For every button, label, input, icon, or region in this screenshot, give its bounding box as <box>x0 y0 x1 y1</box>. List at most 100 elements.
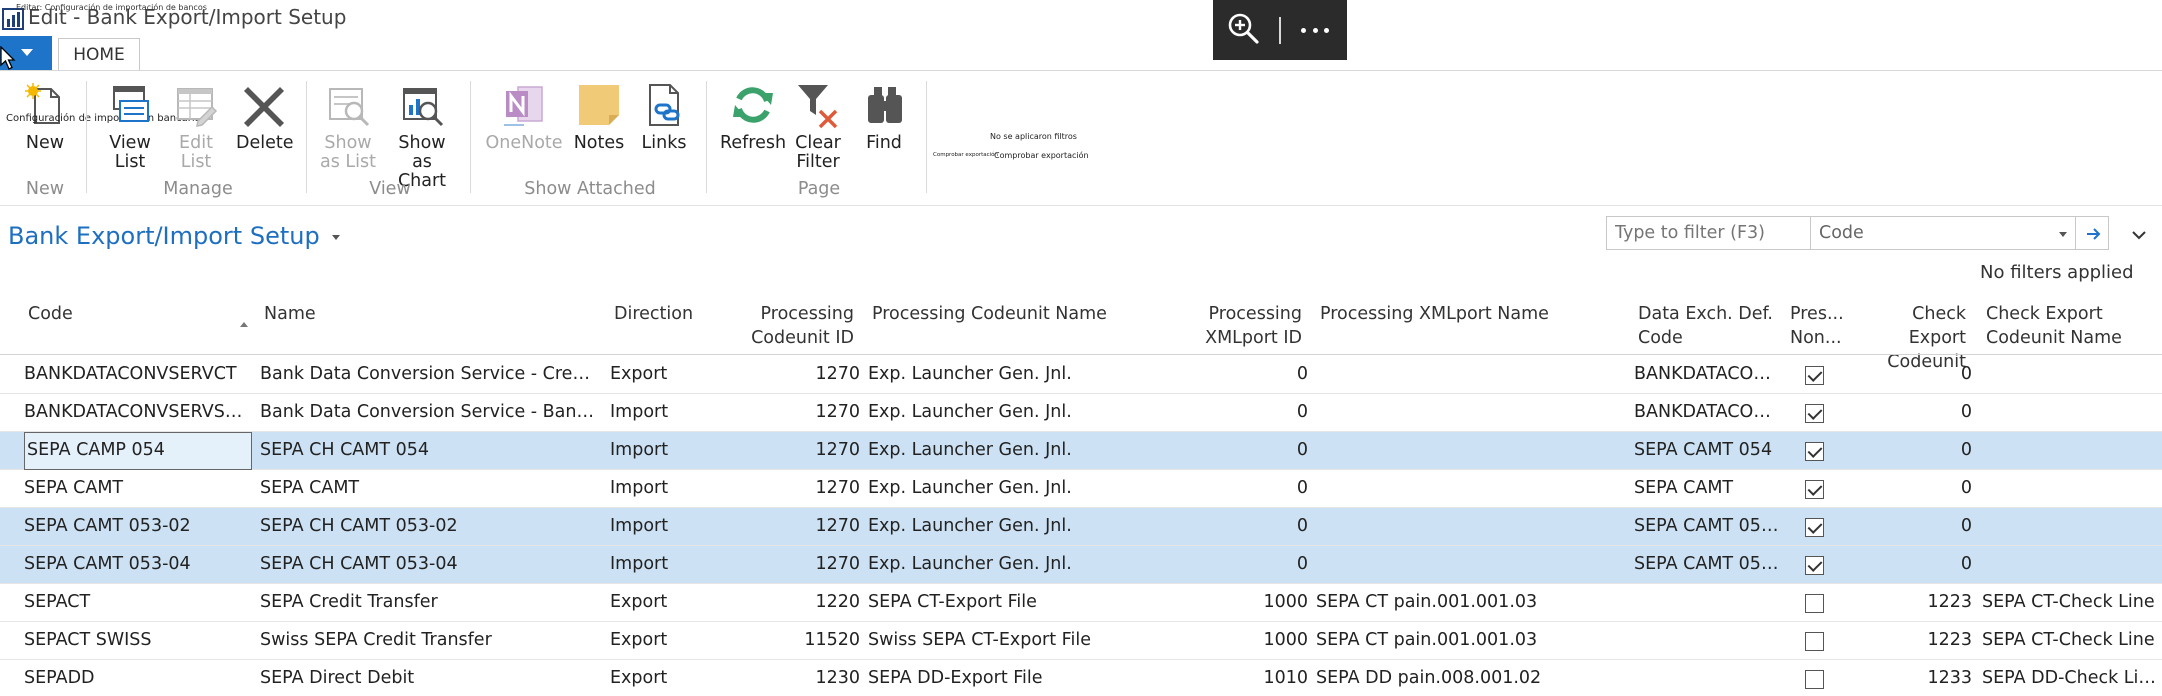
refresh-button[interactable]: Refresh <box>720 81 786 153</box>
preserve-non-latin-checkbox[interactable] <box>1805 366 1824 385</box>
cell-name[interactable]: Bank Data Conversion Service - Bank Stat… <box>260 394 600 432</box>
cell-check-name[interactable] <box>1982 508 2160 546</box>
cell-check-name[interactable] <box>1982 394 2160 432</box>
cell-name[interactable]: Bank Data Conversion Service - Credit Tr… <box>260 356 600 394</box>
table-row[interactable]: SEPACT SEPA Credit Transfer Export 1220 SEPA… <box>0 584 2162 622</box>
cell-check-name[interactable] <box>1982 470 2160 508</box>
cell-data-exch[interactable]: BANKDATACON... <box>1634 394 1780 432</box>
cell-proc-xml-name[interactable]: SEPA DD pain.008.001.02 <box>1316 660 1626 696</box>
cell-proc-cu-id[interactable]: 1270 <box>740 432 860 470</box>
table-row[interactable]: SEPA CAMP 054 SEPA CH CAMT 054 Import 1270 E… <box>0 432 2162 470</box>
cell-check-cu[interactable]: 0 <box>1860 356 1972 394</box>
cell-check-name[interactable] <box>1982 356 2160 394</box>
cell-proc-xml-id[interactable]: 0 <box>1180 356 1308 394</box>
cell-code[interactable]: SEPA CAMT 053-02 <box>24 508 252 546</box>
cell-proc-cu-id[interactable]: 1220 <box>740 584 860 622</box>
cell-name[interactable]: Swiss SEPA Credit Transfer <box>260 622 600 660</box>
cell-proc-cu-id[interactable]: 1270 <box>740 546 860 584</box>
preserve-non-latin-checkbox[interactable] <box>1805 670 1824 689</box>
cell-direction[interactable]: Import <box>610 508 720 546</box>
delete-button[interactable]: Delete <box>236 81 294 153</box>
table-row[interactable]: SEPA CAMT 053-02 SEPA CH CAMT 053-02 Impor… <box>0 508 2162 546</box>
cell-proc-xml-name[interactable]: SEPA CT pain.001.001.03 <box>1316 584 1626 622</box>
cell-check-cu[interactable]: 0 <box>1860 394 1972 432</box>
preserve-non-latin-checkbox[interactable] <box>1805 594 1824 613</box>
cell-direction[interactable]: Import <box>610 546 720 584</box>
cell-proc-cu-name[interactable]: Swiss SEPA CT-Export File <box>868 622 1168 660</box>
clear-filter-button[interactable]: Clear Filter <box>792 81 844 172</box>
cell-data-exch[interactable] <box>1634 622 1780 660</box>
cell-proc-cu-id[interactable]: 1270 <box>740 394 860 432</box>
page-title[interactable]: Bank Export/Import Setup <box>8 222 340 250</box>
edit-list-button[interactable]: Edit List <box>170 81 222 172</box>
cell-proc-xml-name[interactable]: SEPA CT pain.001.001.03 <box>1316 622 1626 660</box>
col-processing-codeunit-id[interactable]: Processing Codeunit ID <box>740 302 854 350</box>
cell-name[interactable]: SEPA CH CAMT 053-04 <box>260 546 600 584</box>
cell-direction[interactable]: Import <box>610 432 720 470</box>
cell-direction[interactable]: Export <box>610 584 720 622</box>
table-row[interactable]: SEPACT SWISS Swiss SEPA Credit Transfer Ex… <box>0 622 2162 660</box>
cell-proc-xml-name[interactable] <box>1316 356 1626 394</box>
cell-proc-cu-id[interactable]: 1230 <box>740 660 860 696</box>
preserve-non-latin-checkbox[interactable] <box>1805 480 1824 499</box>
table-row[interactable]: SEPA CAMT SEPA CAMT Import 1270 Exp. Launche… <box>0 470 2162 508</box>
view-list-button[interactable]: View List <box>104 81 156 172</box>
cell-check-cu[interactable]: 0 <box>1860 432 1972 470</box>
preserve-non-latin-checkbox[interactable] <box>1805 556 1824 575</box>
cell-data-exch[interactable] <box>1634 584 1780 622</box>
cell-check-cu[interactable]: 1223 <box>1860 622 1972 660</box>
cell-proc-cu-id[interactable]: 1270 <box>740 356 860 394</box>
col-processing-xmlport-id[interactable]: Processing XMLport ID <box>1180 302 1302 350</box>
more-options-icon[interactable] <box>1301 28 1329 34</box>
cell-proc-cu-name[interactable]: Exp. Launcher Gen. Jnl. <box>868 546 1168 584</box>
cell-check-name[interactable]: SEPA CT-Check Line <box>1982 622 2160 660</box>
cell-data-exch[interactable]: BANKDATACON... <box>1634 356 1780 394</box>
cell-code[interactable]: SEPACT <box>24 584 252 622</box>
find-button[interactable]: Find <box>858 81 910 153</box>
cell-proc-xml-id[interactable]: 1000 <box>1180 622 1308 660</box>
apply-filter-button[interactable] <box>2075 216 2109 250</box>
cell-code[interactable]: SEPACT SWISS <box>24 622 252 660</box>
cell-code[interactable]: SEPADD <box>24 660 252 696</box>
onenote-button[interactable]: OneNote <box>484 81 564 153</box>
cell-direction[interactable]: Export <box>610 660 720 696</box>
table-row[interactable]: BANKDATACONVSERVSTMT Bank Data Conversion… <box>0 394 2162 432</box>
cell-proc-xml-id[interactable]: 0 <box>1180 508 1308 546</box>
cell-check-cu[interactable]: 1233 <box>1860 660 1972 696</box>
cell-data-exch[interactable]: SEPA CAMT 053... <box>1634 508 1780 546</box>
cell-code[interactable]: SEPA CAMP 054 <box>24 432 252 470</box>
cell-proc-cu-name[interactable]: SEPA CT-Export File <box>868 584 1168 622</box>
cell-proc-xml-name[interactable] <box>1316 546 1626 584</box>
cell-check-cu[interactable]: 0 <box>1860 470 1972 508</box>
show-as-list-button[interactable]: Show as List <box>320 81 376 172</box>
cell-code[interactable]: SEPA CAMT <box>24 470 252 508</box>
cell-proc-cu-id[interactable]: 11520 <box>740 622 860 660</box>
links-button[interactable]: Links <box>638 81 690 153</box>
cell-proc-xml-id[interactable]: 0 <box>1180 470 1308 508</box>
cell-name[interactable]: SEPA CAMT <box>260 470 600 508</box>
cell-proc-xml-name[interactable] <box>1316 432 1626 470</box>
cell-check-name[interactable] <box>1982 432 2160 470</box>
table-row[interactable]: BANKDATACONVSERVCT Bank Data Conversion S… <box>0 356 2162 394</box>
show-as-chart-button[interactable]: Show as Chart <box>386 81 458 191</box>
cell-proc-cu-id[interactable]: 1270 <box>740 470 860 508</box>
cell-direction[interactable]: Import <box>610 394 720 432</box>
cell-proc-xml-id[interactable]: 0 <box>1180 394 1308 432</box>
cell-code[interactable]: SEPA CAMT 053-04 <box>24 546 252 584</box>
preserve-non-latin-checkbox[interactable] <box>1805 442 1824 461</box>
col-direction[interactable]: Direction <box>614 302 693 326</box>
zoom-in-icon[interactable] <box>1227 12 1261 46</box>
cell-direction[interactable]: Import <box>610 470 720 508</box>
preserve-non-latin-checkbox[interactable] <box>1805 404 1824 423</box>
col-code[interactable]: Code <box>28 302 73 326</box>
table-row[interactable]: SEPA CAMT 053-04 SEPA CH CAMT 053-04 Impor… <box>0 546 2162 584</box>
cell-proc-xml-id[interactable]: 1010 <box>1180 660 1308 696</box>
collapse-chevron-icon[interactable] <box>2130 228 2148 242</box>
cell-proc-cu-name[interactable]: Exp. Launcher Gen. Jnl. <box>868 432 1168 470</box>
col-check-export-codeunit-name[interactable]: Check Export Codeunit Name <box>1986 302 2122 350</box>
cell-proc-xml-id[interactable]: 0 <box>1180 432 1308 470</box>
cell-check-name[interactable] <box>1982 546 2160 584</box>
cell-check-name[interactable]: SEPA DD-Check Line <box>1982 660 2160 696</box>
cell-direction[interactable]: Export <box>610 622 720 660</box>
cell-proc-cu-name[interactable]: SEPA DD-Export File <box>868 660 1168 696</box>
